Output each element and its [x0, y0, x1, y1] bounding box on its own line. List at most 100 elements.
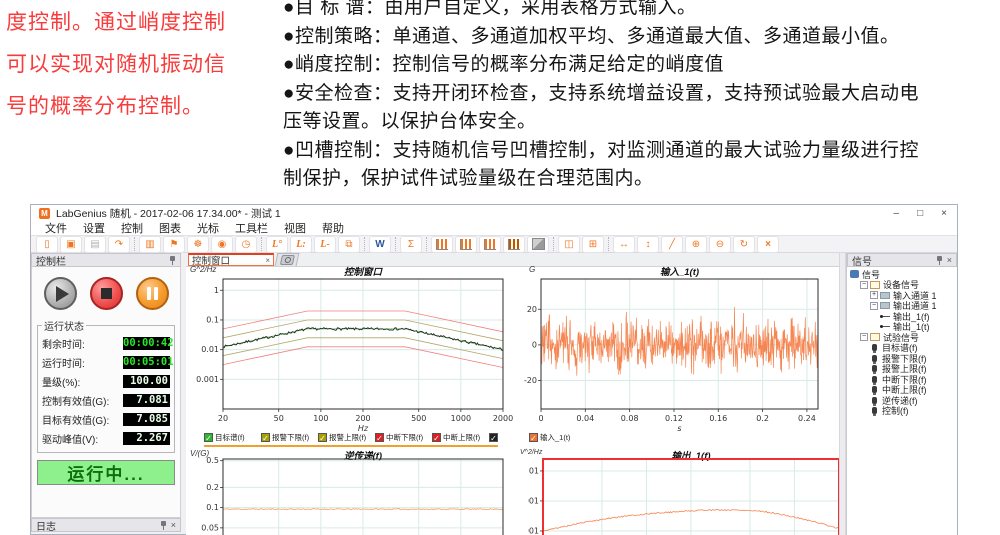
stop-icon	[101, 288, 112, 299]
legend-checkbox[interactable]: ✓	[489, 433, 498, 442]
stop-button[interactable]	[90, 277, 123, 310]
menu-item[interactable]: 文件	[37, 220, 75, 236]
refresh-button[interactable]: ↻	[733, 236, 755, 253]
legend-checkbox[interactable]: ✓	[529, 433, 538, 442]
fit-window-button[interactable]: ×	[757, 236, 779, 253]
zoom-in-icon: ⊕	[692, 239, 700, 250]
red-note-line: 度控制。通过峭度控制	[6, 2, 298, 44]
legend-label: 目标谱(f)	[215, 432, 245, 443]
pin-icon[interactable]	[936, 256, 943, 265]
legend-label: 中断下限(f)	[386, 432, 423, 443]
chart-title: 控制窗口	[223, 264, 503, 278]
menu-item[interactable]: 帮助	[314, 220, 352, 236]
minimize-icon[interactable]: –	[894, 208, 900, 219]
status-field-row: 控制有效值(G): 7.081	[42, 391, 170, 410]
menu-item[interactable]: 光标	[189, 220, 227, 236]
menu-item[interactable]: 视图	[276, 220, 314, 236]
status-field-label: 控制有效值(G):	[42, 393, 109, 408]
cursor-log-button[interactable]: L:	[290, 236, 312, 253]
svg-text:100: 100	[313, 414, 328, 423]
new-file-button[interactable]: ▯	[36, 236, 58, 253]
chart-bars-1-button[interactable]	[431, 236, 453, 253]
y-axis-label: V^2/Hz	[520, 449, 542, 456]
close-icon[interactable]: ×	[941, 208, 947, 219]
cursor-linear-button[interactable]: L°	[266, 236, 288, 253]
pause-button[interactable]	[136, 277, 169, 310]
status-field-value: 00:00:42	[123, 337, 170, 350]
collapse-icon[interactable]: −	[860, 281, 868, 289]
svg-text:0.01: 0.01	[528, 466, 539, 475]
transport-controls	[32, 277, 180, 310]
svg-text:0.2: 0.2	[756, 414, 769, 423]
clock-button[interactable]: ◷	[235, 236, 257, 253]
splitter[interactable]	[839, 253, 846, 535]
pin-icon[interactable]	[169, 256, 176, 265]
legend-checkbox[interactable]: ✓	[432, 433, 441, 442]
sigma-icon: Σ	[408, 239, 414, 250]
layout-split-button[interactable]: ◫	[558, 236, 580, 253]
chart-bars-cursor-icon	[508, 239, 520, 250]
export-button[interactable]: ↷	[108, 236, 130, 253]
chart-output-1f[interactable]: 0.010.0010.0001	[528, 457, 839, 535]
word-export-button[interactable]: W	[369, 236, 391, 253]
zoom-out-button[interactable]: ⊖	[709, 236, 731, 253]
close-icon[interactable]: ×	[947, 256, 952, 265]
zoom-vertical-button[interactable]: ↕	[637, 236, 659, 253]
svg-text:20: 20	[527, 305, 537, 314]
chart-bars-2-button[interactable]	[455, 236, 477, 253]
gear-button[interactable]: ☸	[187, 236, 209, 253]
cascade-windows-button[interactable]: ⧉	[338, 236, 360, 253]
legend-checkbox[interactable]: ✓	[318, 433, 327, 442]
status-field-label: 剩余时间:	[42, 336, 85, 351]
svg-text:1: 1	[214, 286, 219, 295]
menu-item[interactable]: 设置	[75, 220, 113, 236]
toolbar-separator	[426, 237, 427, 251]
cascade-windows-icon: ⧉	[345, 239, 352, 250]
zoom-horizontal-button[interactable]: ↔	[613, 236, 635, 253]
collapse-icon[interactable]: −	[860, 333, 868, 341]
sigma-button[interactable]: Σ	[400, 236, 422, 253]
chart-inverse-transfer[interactable]: 0.50.20.10.05	[186, 457, 516, 535]
svg-text:0.1: 0.1	[206, 503, 219, 512]
feature-bullet-line: ●控制策略：单通道、多通道加权平均、多通道最大值、多通道最小值。	[283, 23, 998, 52]
zoom-in-button[interactable]: ⊕	[685, 236, 707, 253]
layout-grid-button[interactable]: ⊞	[582, 236, 604, 253]
expand-icon[interactable]: +	[870, 291, 878, 299]
mic-icon	[872, 344, 877, 351]
save-button[interactable]: ▣	[60, 236, 82, 253]
gear-icon: ☸	[194, 239, 203, 250]
log-dock-title: 日志	[36, 518, 157, 533]
close-icon[interactable]: ×	[171, 521, 176, 530]
menu-item[interactable]: 图表	[151, 220, 189, 236]
collapse-icon[interactable]: −	[870, 302, 878, 310]
chart-gray-button[interactable]	[527, 236, 549, 253]
cursor-harmonic-button[interactable]: L-	[314, 236, 336, 253]
tree-item-label: 控制(f)	[882, 404, 909, 417]
mic-icon	[872, 365, 877, 372]
svg-text:500: 500	[411, 414, 426, 423]
title-bar: M LabGenius 随机 - 2017-02-06 17.34.00* - …	[31, 205, 957, 221]
svg-text:2000: 2000	[493, 414, 513, 423]
chart-bars-3-button[interactable]	[479, 236, 501, 253]
open-button[interactable]: ▤	[84, 236, 106, 253]
zoom-diagonal-icon: ╱	[669, 239, 675, 250]
menu-item[interactable]: 控制	[113, 220, 151, 236]
print-button[interactable]: ▥	[139, 236, 161, 253]
chart-bars-cursor-button[interactable]	[503, 236, 525, 253]
menu-item[interactable]: 工具栏	[227, 220, 276, 236]
mic-icon	[872, 355, 877, 362]
legend-checkbox[interactable]: ✓	[261, 433, 270, 442]
pin-icon[interactable]	[160, 521, 167, 530]
legend-checkbox[interactable]: ✓	[204, 433, 213, 442]
chart-control-window[interactable]: 10.10.010.001205010020050010002000Hz	[186, 277, 516, 433]
play-button[interactable]	[44, 277, 77, 310]
chart-bars-2-icon	[460, 239, 472, 250]
legend-checkbox[interactable]: ✓	[375, 433, 384, 442]
disc-button[interactable]: ◉	[211, 236, 233, 253]
zoom-diagonal-button[interactable]: ╱	[661, 236, 683, 253]
tree-item[interactable]: 控制(f)	[847, 406, 957, 417]
flag-button[interactable]: ⚑	[163, 236, 185, 253]
chart-input-1t[interactable]: 200-2000.040.080.120.160.20.24s	[516, 277, 839, 433]
maximize-icon[interactable]: □	[917, 208, 923, 219]
disc-icon: ◉	[218, 239, 227, 250]
